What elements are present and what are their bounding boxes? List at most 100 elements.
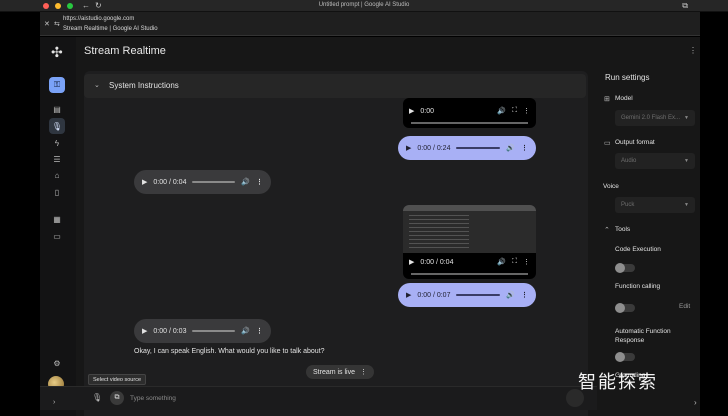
audio-time: 0:00 / 0:04 xyxy=(153,178,187,186)
thumbnail-toolbar xyxy=(403,205,536,211)
chevron-right-icon[interactable]: › xyxy=(694,398,697,407)
run-settings-panel: Run settings ⊞ Model Gemini 2.0 Flash Ex… xyxy=(597,62,700,416)
play-icon[interactable]: ▶ xyxy=(406,291,411,299)
stream-status-chip[interactable]: Stream is live ⋮ xyxy=(306,365,375,379)
toggle-knob xyxy=(615,263,625,273)
play-icon[interactable]: ▶ xyxy=(409,258,414,266)
audio-player[interactable]: ▶ 0:00 / 0:24 🔊 ⋮ xyxy=(398,136,536,160)
library-icon[interactable]: ▯ xyxy=(49,184,65,200)
more-icon[interactable]: ⋮ xyxy=(521,144,528,152)
system-instructions-bar[interactable]: ⌄ System Instructions xyxy=(84,74,586,98)
expand-icon[interactable]: › xyxy=(53,399,55,406)
edit-function-link[interactable]: Edit xyxy=(679,303,690,310)
window-title: Untitled prompt | Google AI Studio xyxy=(318,2,410,8)
page-title-text: Stream Realtime | Google AI Studio xyxy=(63,26,158,32)
more-icon[interactable]: ⋮ xyxy=(523,258,530,266)
left-nav: ✣ ⚿ ▤ 🎙 ϟ ☰ ⌂ ▯ ▦ ▭ ⚙ xyxy=(40,37,76,416)
output-format-value: Audio xyxy=(621,158,637,164)
audio-player[interactable]: ▶ 0:00 / 0:07 🔊 ⋮ xyxy=(398,283,536,307)
play-icon[interactable]: ▶ xyxy=(406,144,411,152)
window-titlebar: ← ↻ Untitled prompt | Google AI Studio ⧉ xyxy=(0,0,728,12)
stream-realtime-icon[interactable]: 🎙 xyxy=(49,118,65,134)
play-icon[interactable]: ▶ xyxy=(409,107,414,115)
video-controls[interactable]: ▶ 0:00 🔊 ⛶ ⋮ xyxy=(403,102,536,120)
microphone-icon[interactable]: 🎙 xyxy=(92,393,102,402)
code-execution-toggle[interactable] xyxy=(615,263,635,273)
more-icon[interactable]: ⋮ xyxy=(360,368,367,376)
video-message[interactable]: ▶ 0:00 🔊 ⛶ ⋮ xyxy=(403,98,536,128)
lock-icon[interactable]: ⌂ xyxy=(49,167,65,183)
audio-player[interactable]: ▶ 0:00 / 0:04 🔊 ⋮ xyxy=(134,170,271,194)
tools-label[interactable]: Tools xyxy=(615,226,630,233)
video-seek-bar[interactable] xyxy=(411,273,528,275)
model-label: Model xyxy=(615,95,633,102)
video-message[interactable]: ▶ 0:00 / 0:04 🔊 ⛶ ⋮ xyxy=(403,205,536,279)
function-calling-toggle[interactable] xyxy=(615,303,635,313)
dropdown-arrow-icon: ▼ xyxy=(684,202,689,208)
play-icon[interactable]: ▶ xyxy=(142,327,147,335)
watermark-text: 智能探索 xyxy=(578,372,658,393)
code-execution-label: Code Execution xyxy=(615,246,661,253)
video-controls[interactable]: ▶ 0:00 / 0:04 🔊 ⛶ ⋮ xyxy=(403,253,536,271)
stream-status-label: Stream is live xyxy=(313,368,356,376)
audio-seek-bar[interactable] xyxy=(192,181,236,183)
screen-share-icon[interactable]: ⧉ xyxy=(110,391,124,405)
more-icon[interactable]: ⋮ xyxy=(521,291,528,299)
more-options-icon[interactable]: ⋮ xyxy=(689,46,697,55)
output-format-icon: ▭ xyxy=(604,140,611,147)
more-icon[interactable]: ⋮ xyxy=(523,107,530,115)
audio-time: 0:00 / 0:03 xyxy=(153,327,187,335)
dropdown-arrow-icon: ▼ xyxy=(684,158,689,164)
model-select[interactable]: Gemini 2.0 Flash Ex... ▼ xyxy=(615,110,695,126)
volume-icon[interactable]: 🔊 xyxy=(506,291,515,299)
dropdown-arrow-icon: ▼ xyxy=(684,115,689,121)
video-seek-bar[interactable] xyxy=(411,122,528,124)
chevron-up-icon[interactable]: ⌃ xyxy=(604,226,610,234)
auto-function-response-label: Automatic Function Response xyxy=(615,328,671,344)
volume-icon[interactable]: 🔊 xyxy=(497,258,506,266)
tune-icon[interactable]: ☰ xyxy=(49,151,65,167)
close-icon[interactable]: ✕ xyxy=(44,20,50,28)
system-instructions-label: System Instructions xyxy=(109,81,179,90)
studio-logo-icon[interactable]: ✣ xyxy=(51,44,63,61)
chat-prompt-icon[interactable]: ▤ xyxy=(49,101,65,117)
video-time: 0:00 / 0:04 xyxy=(420,258,454,266)
message-input[interactable]: Type something xyxy=(130,395,176,402)
toggle-knob xyxy=(615,303,625,313)
chevron-down-icon: ⌄ xyxy=(94,82,100,89)
voice-select[interactable]: Puck ▼ xyxy=(615,197,695,213)
audio-time: 0:00 / 0:24 xyxy=(417,144,451,152)
audio-seek-bar[interactable] xyxy=(192,330,236,332)
volume-icon[interactable]: 🔊 xyxy=(506,144,515,152)
audio-time: 0:00 / 0:07 xyxy=(417,291,451,299)
audio-seek-bar[interactable] xyxy=(456,147,501,149)
fullscreen-icon[interactable]: ⛶ xyxy=(512,107,517,115)
feedback-icon[interactable]: ▭ xyxy=(49,228,65,244)
audio-player[interactable]: ▶ 0:00 / 0:03 🔊 ⋮ xyxy=(134,319,271,343)
url-bar: ✕ ⇆ https://aistudio.google.com Stream R… xyxy=(40,12,700,36)
volume-icon[interactable]: 🔊 xyxy=(497,107,506,115)
fullscreen-icon[interactable]: ⛶ xyxy=(512,258,517,266)
chat-area: ⌄ System Instructions ▶ 0:00 🔊 ⛶ ⋮ ▶ 0:0… xyxy=(84,71,588,416)
url-text[interactable]: https://aistudio.google.com xyxy=(63,16,134,22)
settings-gear-icon[interactable]: ⚙ xyxy=(49,355,65,371)
bolt-icon[interactable]: ϟ xyxy=(49,135,65,151)
toggle-knob xyxy=(615,352,625,362)
get-api-key-icon[interactable]: ⚿ xyxy=(49,77,65,93)
function-calling-label: Function calling xyxy=(615,283,661,290)
auto-function-response-toggle[interactable] xyxy=(615,352,635,362)
extension-icon[interactable]: ⧉ xyxy=(682,1,688,11)
output-format-select[interactable]: Audio ▼ xyxy=(615,153,695,169)
model-reply-text: Okay, I can speak English. What would yo… xyxy=(134,348,325,355)
volume-icon[interactable]: 🔊 xyxy=(241,178,250,186)
more-icon[interactable]: ⋮ xyxy=(256,327,263,335)
more-icon[interactable]: ⋮ xyxy=(256,178,263,186)
audio-seek-bar[interactable] xyxy=(456,294,501,296)
docs-icon[interactable]: ▦ xyxy=(49,211,65,227)
play-icon[interactable]: ▶ xyxy=(142,178,147,186)
volume-icon[interactable]: 🔊 xyxy=(241,327,250,335)
output-format-label: Output format xyxy=(615,139,655,146)
voice-label: Voice xyxy=(603,183,619,190)
voice-value: Puck xyxy=(621,202,635,208)
site-settings-icon[interactable]: ⇆ xyxy=(54,20,60,28)
